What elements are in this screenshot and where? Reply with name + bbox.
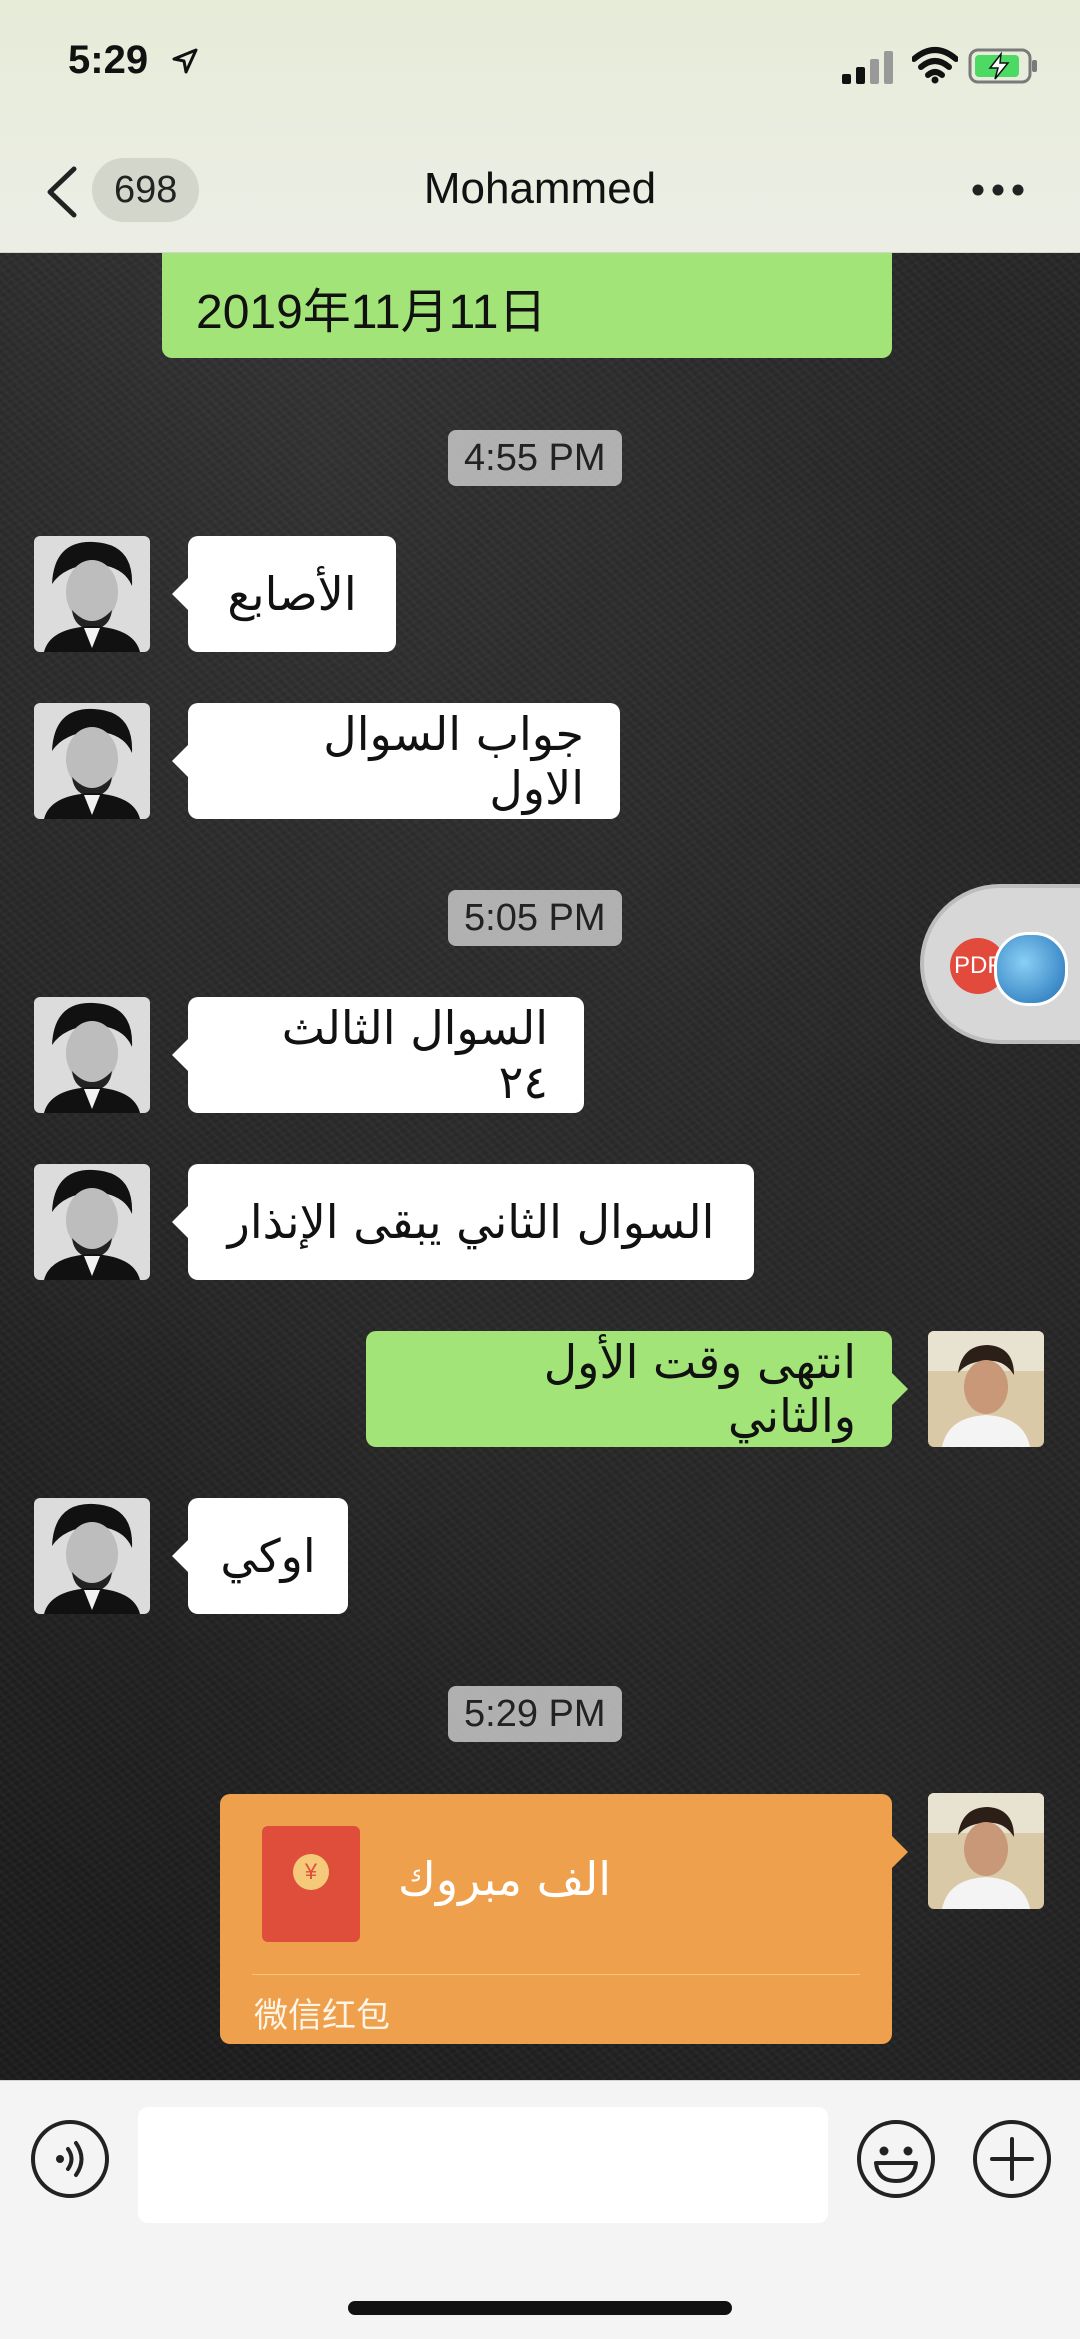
message-text: اوكي (220, 1529, 316, 1583)
battery-charging-icon (968, 48, 1037, 84)
message-input[interactable] (138, 2107, 828, 2223)
more-options-icon[interactable] (970, 182, 1026, 198)
message-text: السوال الثالث ٢٤ (281, 1001, 548, 1109)
red-packet-footer: 微信红包 (254, 1996, 390, 2036)
red-envelope-icon: ¥ (262, 1826, 360, 1942)
message-bubble-received[interactable]: السوال الثاني يبقى الإنذار (172, 1164, 754, 1280)
contact-avatar[interactable] (34, 1498, 150, 1614)
contact-avatar[interactable] (34, 1164, 150, 1280)
floating-tab[interactable]: PDF (920, 884, 1080, 1044)
yuan-coin-icon: ¥ (293, 1854, 329, 1890)
status-time: 5:29 (68, 38, 149, 82)
timestamp: 4:55 PM (448, 430, 622, 486)
voice-input-icon[interactable] (30, 2119, 110, 2199)
contact-avatar[interactable] (34, 997, 150, 1113)
contact-avatar[interactable] (34, 703, 150, 819)
chat-title: Mohammed (423, 164, 657, 213)
globe-icon (994, 932, 1068, 1006)
message-bubble-sent[interactable]: انتهى وقت الأول والثاني (366, 1331, 908, 1447)
message-text: 2019年11月11日 (196, 286, 547, 339)
contact-avatar[interactable] (34, 536, 150, 652)
message-bubble-received[interactable]: السوال الثالث ٢٤ (172, 997, 584, 1113)
message-text: الأصابع (227, 567, 357, 621)
user-avatar[interactable] (928, 1331, 1044, 1447)
message-text: جواب السوال الاول (323, 707, 584, 815)
wifi-icon (912, 47, 958, 84)
location-arrow-icon (172, 48, 198, 74)
message-bubble-received[interactable]: اوكي (172, 1498, 348, 1614)
input-bar (0, 2080, 1080, 2339)
message-text: انتهى وقت الأول والثاني (543, 1335, 856, 1443)
red-packet-message[interactable]: ¥ الف مبروك 微信红包 (220, 1794, 908, 2044)
timestamp: 5:29 PM (448, 1686, 622, 1742)
home-indicator (348, 2301, 732, 2315)
message-bubble-received[interactable]: جواب السوال الاول (172, 703, 620, 819)
red-packet-title: الف مبروك (398, 1852, 612, 1906)
message-text: السوال الثاني يبقى الإنذار (227, 1195, 715, 1249)
cellular-signal-icon (842, 51, 893, 84)
user-avatar[interactable] (928, 1793, 1044, 1909)
message-bubble-received[interactable]: الأصابع (172, 536, 396, 652)
divider (252, 1974, 860, 1975)
timestamp: 5:05 PM (448, 890, 622, 946)
emoji-icon[interactable] (856, 2119, 936, 2199)
header-bar: 5:29 698 Mohammed (0, 0, 1080, 253)
plus-icon[interactable] (972, 2119, 1052, 2199)
